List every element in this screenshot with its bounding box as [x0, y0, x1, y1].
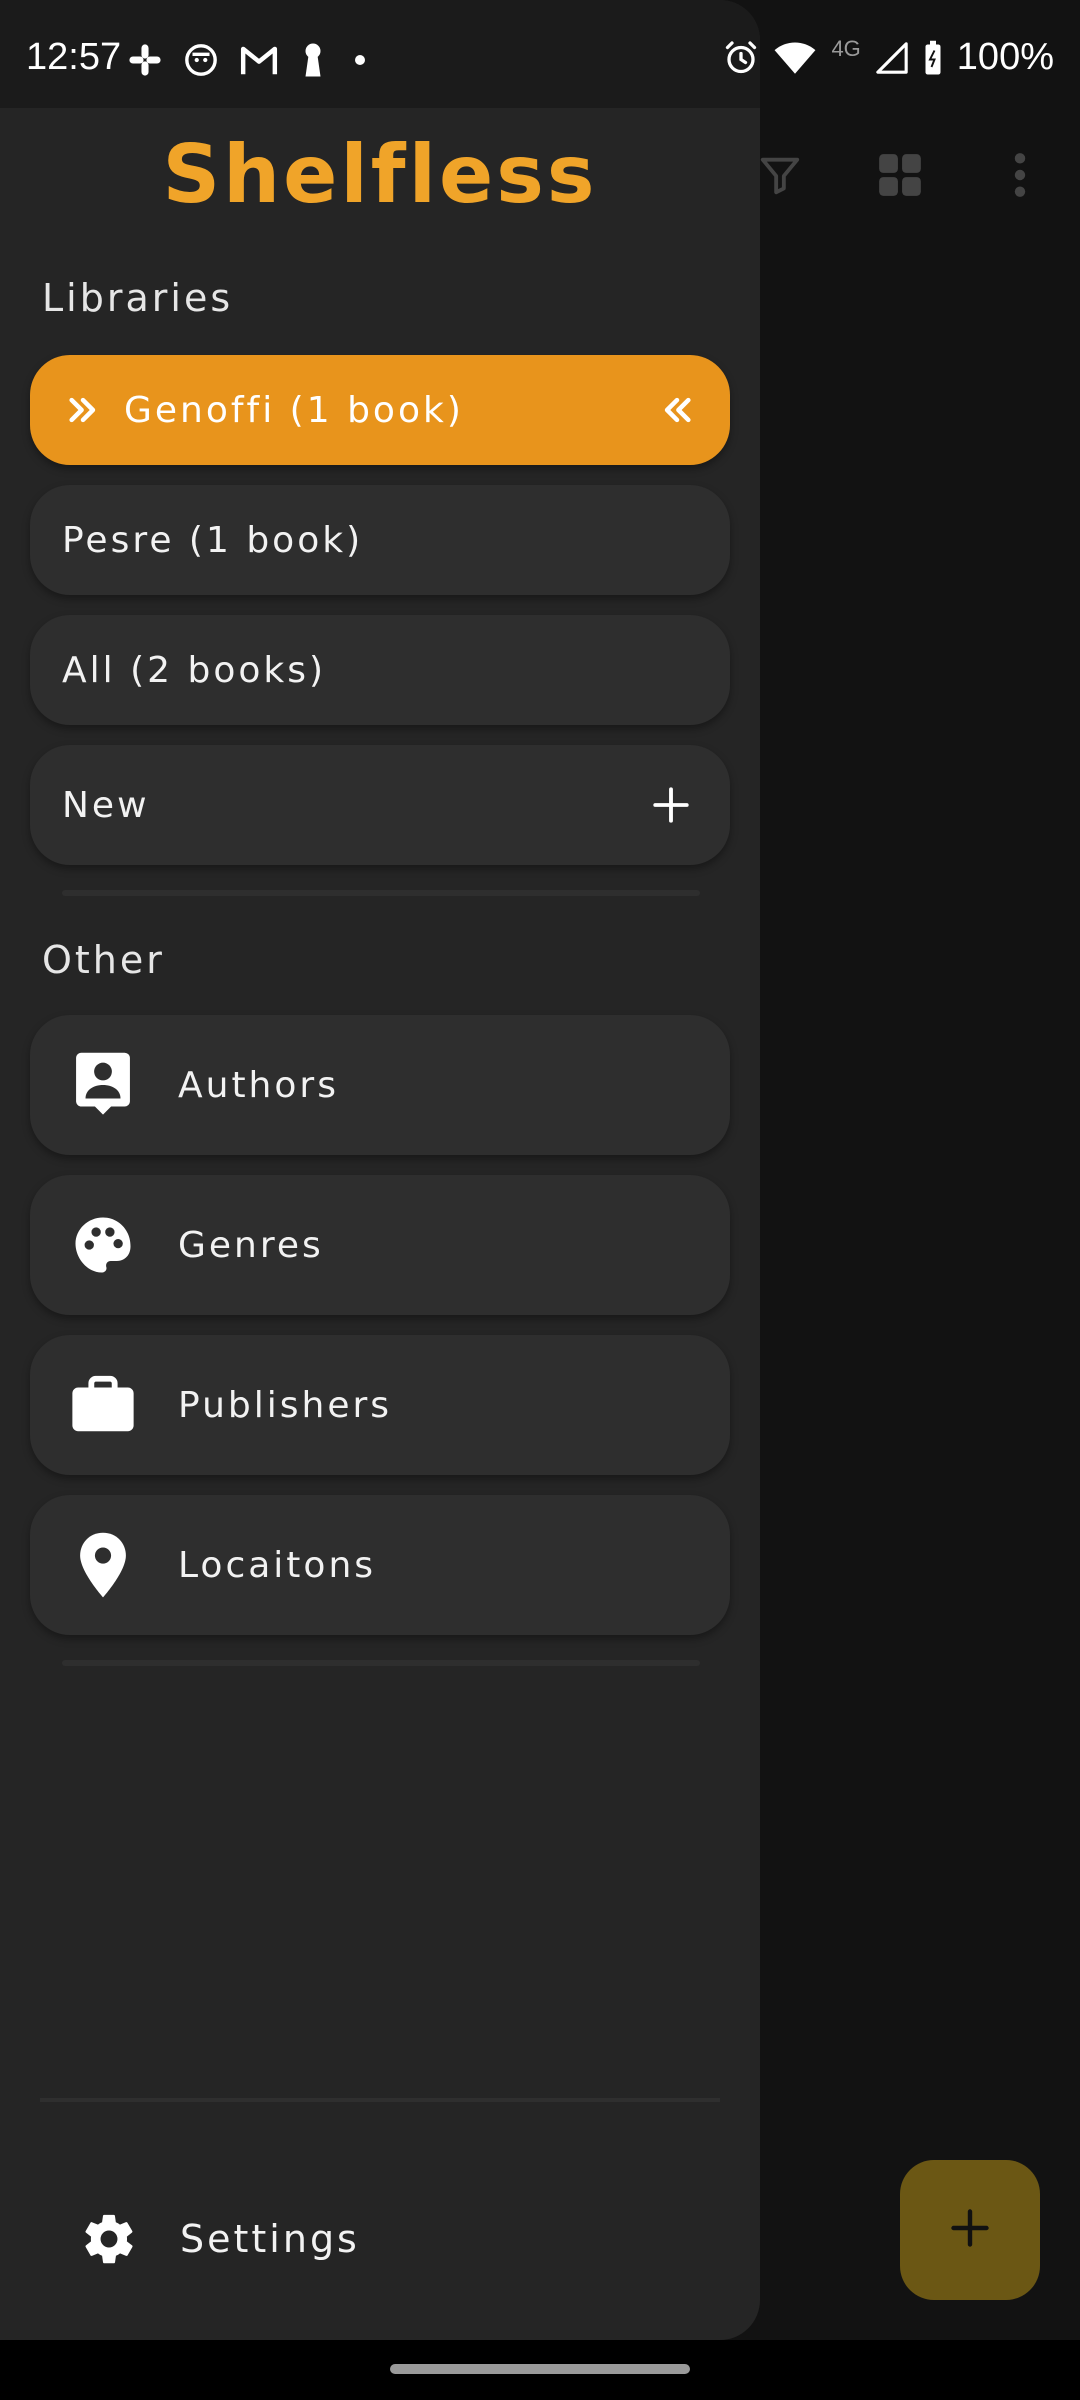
battery-level: 100% [956, 36, 1054, 78]
more-vert-icon[interactable] [990, 145, 1050, 205]
libraries-heading: Libraries [42, 276, 234, 320]
nav-item-label: Locaitons [178, 1544, 377, 1586]
library-item-genoffi[interactable]: Genoffi (1 book) [30, 355, 730, 465]
nav-item-locations[interactable]: Locaitons [30, 1495, 730, 1635]
plus-icon [650, 784, 692, 826]
palette-icon [68, 1210, 138, 1280]
gesture-handle[interactable] [390, 2364, 690, 2374]
nav-item-label: Authors [178, 1064, 339, 1106]
nav-item-label: Genres [178, 1224, 324, 1266]
nav-item-genres[interactable]: Genres [30, 1175, 730, 1315]
settings-label: Settings [180, 2217, 360, 2261]
add-fab-button[interactable] [900, 2160, 1040, 2300]
nav-item-authors[interactable]: Authors [30, 1015, 730, 1155]
library-label: Genoffi (1 book) [124, 389, 464, 431]
chevrons-right-icon [66, 393, 100, 427]
slack-icon [128, 43, 162, 77]
library-label: All (2 books) [62, 649, 327, 691]
system-status-icons: 4G 100% [723, 36, 1054, 79]
briefcase-icon [68, 1370, 138, 1440]
battery-icon [923, 40, 943, 76]
contact-icon [68, 1050, 138, 1120]
status-time: 12:57 [26, 36, 122, 78]
library-item-pesre[interactable]: Pesre (1 book) [30, 485, 730, 595]
status-bar: 12:57 4G 100% [0, 0, 1080, 110]
settings-divider [40, 2098, 720, 2102]
section-divider [62, 1660, 700, 1666]
library-label: Pesre (1 book) [62, 519, 364, 561]
dot-icon [354, 54, 366, 66]
location-pin-icon [68, 1530, 138, 1600]
navigation-drawer: Shelfless Libraries Genoffi (1 book) Pes… [0, 0, 760, 2340]
nav-item-label: Publishers [178, 1384, 393, 1426]
section-divider [62, 890, 700, 896]
grid-view-icon[interactable] [870, 145, 930, 205]
keyhole-icon [300, 42, 326, 78]
new-library-button[interactable]: New [30, 745, 730, 865]
new-library-label: New [62, 784, 150, 826]
settings-button[interactable]: Settings [80, 2210, 360, 2268]
library-item-all[interactable]: All (2 books) [30, 615, 730, 725]
app-title: Shelfless [162, 128, 598, 221]
add-icon [948, 2206, 992, 2254]
alarm-icon [723, 40, 759, 76]
network-type-label: 4G [831, 35, 861, 61]
chevrons-left-icon [660, 393, 694, 427]
gear-icon [80, 2210, 138, 2268]
signal-icon [875, 41, 909, 75]
nav-item-publishers[interactable]: Publishers [30, 1335, 730, 1475]
gmail-icon [240, 44, 278, 76]
wifi-icon [773, 40, 817, 76]
other-heading: Other [42, 938, 165, 982]
cat-face-icon [184, 43, 218, 77]
notification-icons [128, 42, 366, 78]
